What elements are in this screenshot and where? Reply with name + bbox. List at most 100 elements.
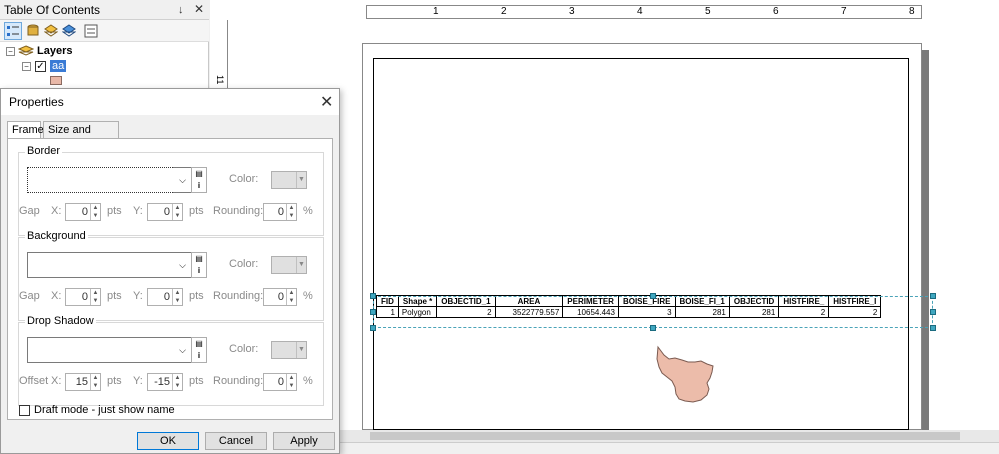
fire-polygon-shape [656, 345, 714, 403]
cancel-button[interactable]: Cancel [205, 432, 267, 450]
resize-handle[interactable] [930, 309, 936, 315]
ruler-left-label: 11 [215, 75, 225, 85]
map-polygon [656, 345, 714, 403]
spinner-value: 0 [277, 206, 284, 218]
unit-label: pts [189, 375, 204, 387]
ruler-number: 1 [433, 6, 439, 17]
background-style-combo[interactable] [27, 252, 175, 278]
group-label: Drop Shadow [25, 315, 96, 327]
ruler-number: 4 [637, 6, 643, 17]
offset-x-spinner[interactable]: 15 ▲ ▼ [65, 373, 101, 391]
legend-swatch [50, 76, 62, 85]
list-by-drawing-order-icon[interactable] [4, 22, 22, 40]
percent-label: % [303, 205, 313, 217]
symbol-selector-button[interactable]: ▤ i [191, 167, 207, 193]
unit-label: pts [107, 205, 122, 217]
resize-handle[interactable] [930, 293, 936, 299]
rounding-spinner[interactable]: 0 ▲ ▼ [263, 203, 297, 221]
percent-label: % [303, 290, 313, 302]
close-icon[interactable]: ✕ [194, 2, 204, 16]
unit-label: pts [107, 290, 122, 302]
x-label: X: [51, 375, 62, 387]
list-by-source-icon[interactable] [24, 22, 42, 40]
spinner-value: 0 [163, 206, 170, 218]
resize-handle[interactable] [650, 293, 656, 299]
list-by-visibility-icon[interactable] [42, 22, 60, 40]
apply-button[interactable]: Apply [273, 432, 335, 450]
resize-handle[interactable] [370, 309, 376, 315]
resize-handle[interactable] [370, 293, 376, 299]
color-label: Color: [229, 173, 259, 185]
pin-icon[interactable]: ↓ [178, 4, 184, 16]
background-group: Background ⌵ ▤ i Color: ▼ Gap X: 0 ▲ ▼ pts … [18, 230, 324, 321]
resize-handle[interactable] [930, 325, 936, 331]
x-label: X: [51, 205, 62, 217]
layers-label: Layers [37, 45, 73, 57]
close-icon[interactable]: ✕ [320, 92, 333, 112]
layer-row[interactable]: − ✓ aa [22, 59, 67, 73]
border-style-combo[interactable] [27, 167, 175, 193]
group-label: Background [25, 230, 88, 242]
color-label: Color: [229, 258, 259, 270]
symbol-selector-button[interactable]: ▤ i [191, 337, 207, 363]
data-frame[interactable] [373, 58, 909, 430]
gap-x-spinner[interactable]: 0 ▲ ▼ [65, 288, 101, 306]
spinner-value: 0 [277, 291, 284, 303]
percent-label: % [303, 375, 313, 387]
x-label: X: [51, 290, 62, 302]
shadow-color-picker[interactable]: ▼ [271, 341, 307, 359]
layer-visibility-checkbox[interactable]: ✓ [35, 60, 46, 72]
selection-box[interactable] [373, 296, 933, 328]
rounding-spinner[interactable]: 0 ▲ ▼ [263, 373, 297, 391]
spinner-value: 0 [81, 291, 88, 303]
gap-x-spinner[interactable]: 0 ▲ ▼ [65, 203, 101, 221]
gap-y-spinner[interactable]: 0 ▲ ▼ [147, 288, 183, 306]
unit-label: pts [189, 205, 204, 217]
gap-y-spinner[interactable]: 0 ▲ ▼ [147, 203, 183, 221]
drop-shadow-group: Drop Shadow ⌵ ▤ i Color: ▼ Offset X: 15 ▲ ▼… [18, 315, 324, 406]
spinner-value: -15 [154, 376, 170, 388]
toc-toolbar [0, 20, 209, 42]
draft-mode-row[interactable]: Draft mode - just show name [19, 404, 175, 416]
border-color-picker[interactable]: ▼ [271, 171, 307, 189]
spinner-value: 0 [277, 376, 284, 388]
border-group: Border ⌵ ▤ i Color: ▼ Gap X: 0 ▲ ▼ pts Y: 0… [18, 145, 324, 236]
page-shadow [922, 50, 929, 430]
list-by-selection-icon[interactable] [60, 22, 78, 40]
ruler-number: 5 [705, 6, 711, 17]
gap-label: Gap [19, 205, 40, 217]
draft-mode-label: Draft mode - just show name [34, 404, 175, 416]
chevron-down-icon[interactable]: ⌵ [173, 252, 193, 278]
unit-label: pts [189, 290, 204, 302]
y-label: Y: [133, 375, 143, 387]
background-color-picker[interactable]: ▼ [271, 256, 307, 274]
chevron-down-icon[interactable]: ⌵ [173, 167, 193, 193]
chevron-down-icon[interactable]: ⌵ [173, 337, 193, 363]
tab-size-and-position[interactable]: Size and Position [43, 121, 119, 153]
offset-y-spinner[interactable]: -15 ▲ ▼ [147, 373, 183, 391]
tab-panel: Border ⌵ ▤ i Color: ▼ Gap X: 0 ▲ ▼ pts Y: 0… [7, 138, 333, 420]
spinner-value: 0 [163, 291, 170, 303]
ruler-number: 7 [841, 6, 847, 17]
draft-mode-checkbox[interactable] [19, 404, 30, 416]
scrollbar-thumb[interactable] [370, 432, 960, 440]
shadow-style-combo[interactable] [27, 337, 175, 363]
spinner-value: 15 [75, 376, 88, 388]
resize-handle[interactable] [370, 325, 376, 331]
properties-dialog: Properties ✕ Frame Size and Position Bor… [0, 88, 340, 454]
gap-label: Gap [19, 290, 40, 302]
options-icon[interactable] [82, 22, 100, 40]
rounding-label: Rounding: [213, 205, 264, 217]
collapse-icon[interactable]: − [22, 61, 31, 71]
layer-name[interactable]: aa [50, 60, 67, 72]
layers-tree-root[interactable]: − Layers [6, 44, 72, 58]
unit-label: pts [107, 375, 122, 387]
rounding-spinner[interactable]: 0 ▲ ▼ [263, 288, 297, 306]
symbol-selector-button[interactable]: ▤ i [191, 252, 207, 278]
collapse-icon[interactable]: − [6, 46, 15, 56]
ok-button[interactable]: OK [137, 432, 199, 450]
layers-icon [18, 45, 34, 56]
ruler-number: 3 [569, 6, 575, 17]
resize-handle[interactable] [650, 325, 656, 331]
y-label: Y: [133, 205, 143, 217]
